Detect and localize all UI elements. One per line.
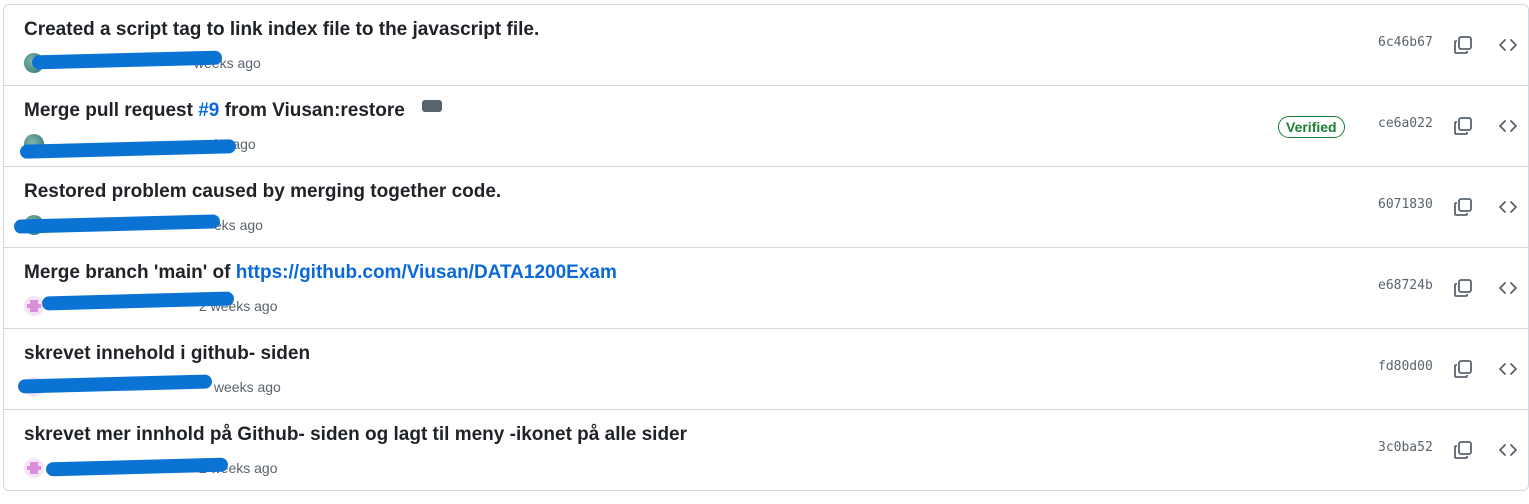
commit-row: Restored problem caused by merging toget… — [4, 166, 1528, 247]
code-icon — [1499, 363, 1517, 375]
commit-message[interactable]: Restored problem caused by merging toget… — [24, 181, 501, 203]
copy-sha-button[interactable] — [1450, 356, 1476, 382]
commit-message: Merge branch 'main' of https://github.co… — [24, 262, 617, 284]
copy-sha-button[interactable] — [1450, 194, 1476, 220]
commit-time: eks ago — [213, 217, 263, 233]
avatar[interactable] — [24, 458, 44, 478]
commit-sha[interactable]: e68724b — [1378, 278, 1433, 293]
commit-message: Merge pull request #9 from Viusan:restor… — [24, 94, 443, 122]
code-icon — [1499, 201, 1517, 213]
commit-row: skrevet innehold i github- siden weeks a… — [4, 328, 1528, 409]
expand-message-button[interactable] — [422, 94, 443, 112]
commit-sha[interactable]: 6071830 — [1378, 197, 1433, 212]
commit-row: skrevet mer innhold på Github- siden og … — [4, 409, 1528, 490]
copy-sha-button[interactable] — [1450, 275, 1476, 301]
verified-badge[interactable]: Verified — [1278, 116, 1345, 138]
commit-message[interactable]: skrevet innehold i github- siden — [24, 343, 310, 365]
commit-sha[interactable]: 6c46b67 — [1378, 35, 1433, 50]
commit-sha[interactable]: fd80d00 — [1378, 359, 1433, 374]
commit-message[interactable]: skrevet mer innhold på Github- siden og … — [24, 424, 687, 446]
browse-repo-button[interactable] — [1495, 32, 1521, 58]
browse-repo-button[interactable] — [1495, 194, 1521, 220]
copy-sha-button[interactable] — [1450, 437, 1476, 463]
commit-time: weeks ago — [213, 379, 281, 395]
pull-request-link[interactable]: #9 — [198, 100, 219, 121]
commit-sha[interactable]: ce6a022 — [1378, 116, 1433, 131]
code-icon — [1499, 39, 1517, 51]
copy-icon — [1454, 360, 1472, 378]
copy-icon — [1454, 117, 1472, 135]
copy-icon — [1454, 279, 1472, 297]
browse-repo-button[interactable] — [1495, 113, 1521, 139]
repository-link[interactable]: https://github.com/Viusan/DATA1200Exam — [236, 262, 617, 283]
commit-sha[interactable]: 3c0ba52 — [1378, 440, 1433, 455]
commit-list: Created a script tag to link index file … — [3, 4, 1529, 491]
browse-repo-button[interactable] — [1495, 437, 1521, 463]
copy-icon — [1454, 441, 1472, 459]
browse-repo-button[interactable] — [1495, 275, 1521, 301]
code-icon — [1499, 444, 1517, 456]
commit-row: Merge pull request #9 from Viusan:restor… — [4, 85, 1528, 166]
commit-message-suffix[interactable]: from Viusan:restore — [219, 100, 405, 121]
copy-sha-button[interactable] — [1450, 32, 1476, 58]
commit-message-prefix[interactable]: Merge branch 'main' of — [24, 262, 236, 283]
avatar[interactable] — [24, 296, 44, 316]
commit-message-prefix[interactable]: Merge pull request — [24, 100, 198, 121]
commit-row: Merge branch 'main' of https://github.co… — [4, 247, 1528, 328]
copy-icon — [1454, 36, 1472, 54]
commit-row: Created a script tag to link index file … — [4, 5, 1528, 85]
copy-sha-button[interactable] — [1450, 113, 1476, 139]
browse-repo-button[interactable] — [1495, 356, 1521, 382]
code-icon — [1499, 120, 1517, 132]
copy-icon — [1454, 198, 1472, 216]
commit-message[interactable]: Created a script tag to link index file … — [24, 19, 539, 41]
code-icon — [1499, 282, 1517, 294]
